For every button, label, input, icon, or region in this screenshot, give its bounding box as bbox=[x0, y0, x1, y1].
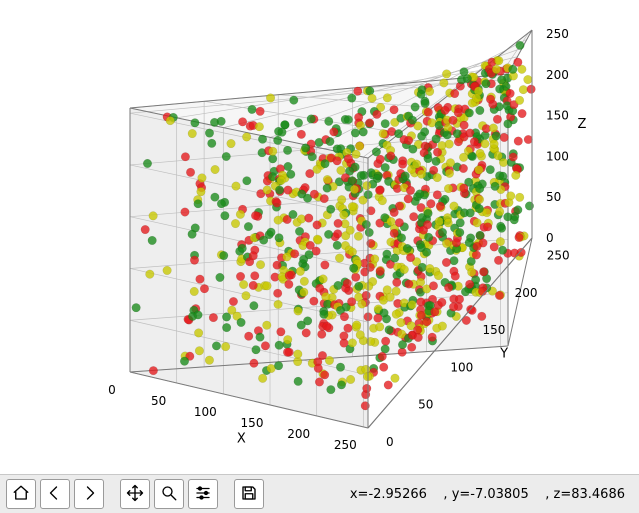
navigation-toolbar: x=-2.95266 , y=-7.03805 , z=83.4686 bbox=[0, 474, 639, 513]
configure-button[interactable] bbox=[188, 479, 218, 509]
forward-button[interactable] bbox=[74, 479, 104, 509]
arrow-right-icon bbox=[80, 484, 98, 505]
sliders-icon bbox=[194, 484, 212, 505]
pan-button[interactable] bbox=[120, 479, 150, 509]
svg-text:250: 250 bbox=[546, 27, 569, 41]
svg-text:50: 50 bbox=[418, 398, 433, 412]
x-axis-label: X bbox=[237, 432, 246, 447]
back-button[interactable] bbox=[40, 479, 70, 509]
zoom-button[interactable] bbox=[154, 479, 184, 509]
arrow-left-icon bbox=[46, 484, 64, 505]
svg-text:0: 0 bbox=[386, 435, 394, 449]
svg-text:200: 200 bbox=[287, 427, 310, 441]
z-axis-label: Z bbox=[578, 117, 587, 132]
svg-text:50: 50 bbox=[546, 190, 561, 204]
home-button[interactable] bbox=[6, 479, 36, 509]
svg-text:100: 100 bbox=[194, 405, 217, 419]
svg-text:200: 200 bbox=[546, 68, 569, 82]
svg-text:0: 0 bbox=[546, 231, 554, 245]
svg-text:150: 150 bbox=[546, 109, 569, 123]
save-button[interactable] bbox=[234, 479, 264, 509]
svg-text:100: 100 bbox=[450, 360, 473, 374]
svg-text:200: 200 bbox=[515, 286, 538, 300]
svg-text:150: 150 bbox=[241, 416, 264, 430]
svg-text:50: 50 bbox=[151, 394, 166, 408]
svg-text:250: 250 bbox=[547, 249, 570, 263]
svg-text:250: 250 bbox=[334, 438, 357, 452]
home-icon bbox=[12, 484, 30, 505]
y-axis-label: Y bbox=[499, 347, 508, 362]
coordinate-readout: x=-2.95266 , y=-7.03805 , z=83.4686 bbox=[350, 487, 625, 502]
plot-canvas[interactable]: 0 50 100 150 200 250 0 50 100 150 200 250 0 50 100 150 2… bbox=[0, 0, 639, 475]
move-icon bbox=[126, 484, 144, 505]
save-icon bbox=[240, 484, 258, 505]
svg-text:0: 0 bbox=[108, 383, 116, 397]
zoom-icon bbox=[160, 484, 178, 505]
svg-text:100: 100 bbox=[546, 149, 569, 163]
svg-text:150: 150 bbox=[482, 323, 505, 337]
